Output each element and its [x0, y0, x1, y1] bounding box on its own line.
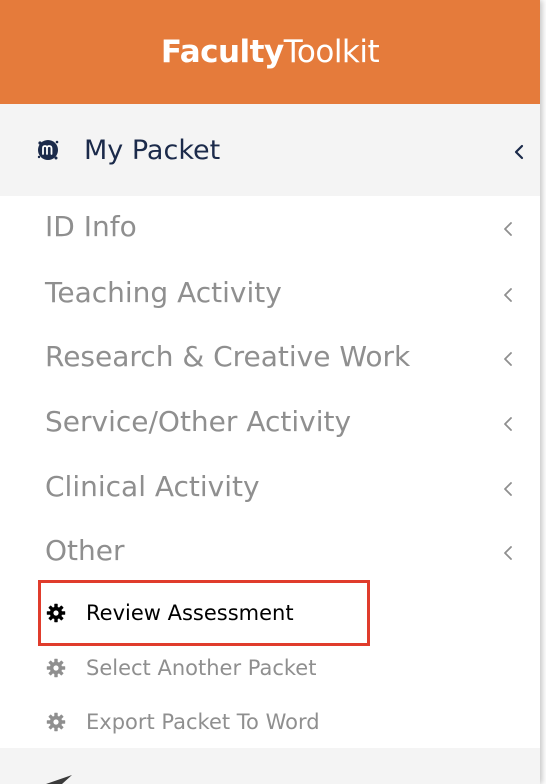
paper-plane-icon	[46, 775, 72, 784]
menu-item-label: ID Info	[45, 210, 137, 243]
menu-item-service-other-activity[interactable]: Service/Other Activity	[0, 393, 540, 455]
menu-item-id-info[interactable]: ID Info	[0, 198, 540, 260]
menu-item-label: Service/Other Activity	[45, 405, 352, 438]
gear-icon	[46, 658, 66, 678]
chevron-left-icon	[504, 222, 512, 236]
sub-item-label: Select Another Packet	[86, 656, 317, 680]
chevron-left-icon	[504, 352, 512, 366]
m-logo-icon	[37, 140, 59, 160]
chevron-left-icon	[504, 288, 512, 302]
menu-item-label: Teaching Activity	[45, 276, 282, 309]
my-packet-title: My Packet	[84, 135, 221, 166]
chevron-left-icon	[504, 482, 512, 496]
brand-part-faculty: Faculty	[160, 34, 284, 70]
next-section-bar[interactable]	[0, 748, 540, 784]
highlight-annotation	[38, 580, 370, 646]
gear-icon	[46, 712, 66, 732]
menu-item-label: Research & Creative Work	[45, 340, 411, 373]
my-packet-toggle[interactable]	[0, 104, 540, 196]
sidebar-panel: FacultyToolkit My Packet ID Info Teachin…	[0, 0, 540, 784]
menu-item-label: Other	[45, 534, 125, 567]
menu-item-label: Clinical Activity	[45, 470, 260, 503]
brand-part-toolkit: Toolkit	[283, 34, 380, 70]
chevron-left-icon[interactable]	[512, 144, 526, 160]
chevron-left-icon	[504, 417, 512, 431]
sub-item-label: Export Packet To Word	[86, 710, 320, 734]
sub-item-select-another-packet[interactable]: Select Another Packet	[0, 644, 540, 692]
menu-item-research-creative-work[interactable]: Research & Creative Work	[0, 328, 540, 390]
brand-logo: FacultyToolkit	[160, 34, 380, 70]
chevron-left-icon	[504, 546, 512, 560]
app-header: FacultyToolkit	[0, 0, 540, 104]
menu-item-other[interactable]: Other	[0, 522, 540, 584]
menu-item-clinical-activity[interactable]: Clinical Activity	[0, 458, 540, 520]
sub-item-export-packet-to-word[interactable]: Export Packet To Word	[0, 698, 540, 746]
menu-item-teaching-activity[interactable]: Teaching Activity	[0, 264, 540, 326]
